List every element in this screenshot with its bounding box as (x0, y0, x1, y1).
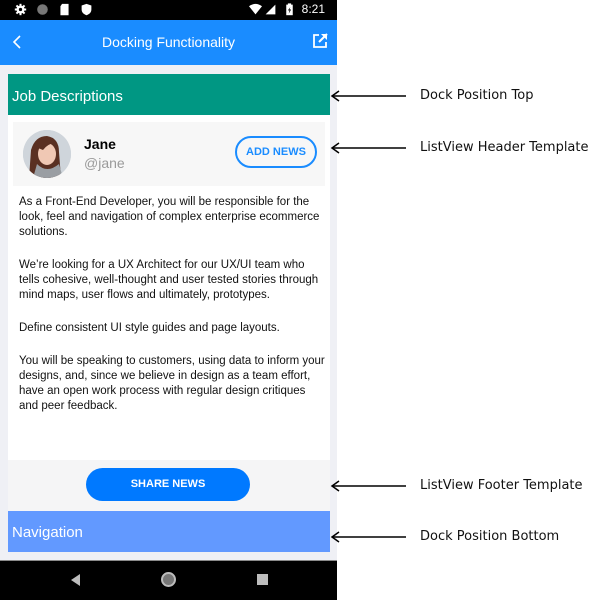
annotation-dock-top: Dock Position Top (330, 88, 533, 103)
shield-icon (81, 3, 92, 16)
list-item[interactable]: Define consistent UI style guides and pa… (19, 321, 325, 336)
divider (0, 560, 337, 561)
phone-screen: 8:21 Docking Functionality Job Descripti… (0, 0, 337, 600)
share-news-button[interactable]: SHARE NEWS (86, 468, 250, 501)
nav-bar: Docking Functionality (0, 20, 337, 65)
status-time: 8:21 (301, 2, 325, 16)
dock-bottom-panel: Navigation (8, 511, 330, 552)
annotation-label: ListView Header Template (420, 140, 589, 155)
arrow-left-icon (330, 89, 406, 102)
sd-card-icon (60, 3, 69, 16)
battery-icon (285, 2, 293, 15)
annotation-label: Dock Position Top (420, 88, 534, 103)
list-header: Jane @jane ADD NEWS (13, 122, 325, 186)
system-recents-icon[interactable] (257, 574, 268, 585)
settings-icon (14, 3, 27, 16)
page-title: Docking Functionality (101, 34, 236, 50)
list-items: As a Front-End Developer, you will be re… (19, 195, 325, 432)
system-nav-bar (0, 560, 337, 600)
list-item[interactable]: As a Front-End Developer, you will be re… (19, 195, 325, 240)
annotation-dock-bottom: Dock Position Bottom (330, 529, 559, 544)
dock-top-label: Job Descriptions (12, 88, 123, 105)
signal-icon (265, 4, 276, 14)
annotation-label: ListView Footer Template (420, 478, 583, 493)
add-news-button[interactable]: ADD NEWS (235, 136, 317, 168)
wifi-icon (248, 3, 262, 14)
annotation-header-template: ListView Header Template (330, 140, 589, 155)
arrow-left-icon (330, 530, 406, 543)
list-view: Jane @jane ADD NEWS As a Front-End Devel… (8, 115, 330, 511)
system-back-icon[interactable] (71, 574, 80, 586)
user-handle: @jane (84, 155, 125, 171)
status-bar: 8:21 (0, 0, 337, 20)
arrow-left-icon (330, 141, 406, 154)
arrow-left-icon (330, 479, 406, 492)
annotation-label: Dock Position Bottom (420, 529, 560, 544)
system-home-icon[interactable] (161, 572, 176, 587)
user-name: Jane (84, 136, 116, 152)
annotation-footer-template: ListView Footer Template (330, 478, 583, 493)
dock-bottom-label: Navigation (12, 524, 83, 541)
open-external-icon[interactable] (311, 32, 329, 50)
list-footer: SHARE NEWS (8, 460, 330, 511)
avatar (23, 130, 71, 178)
circle-icon (37, 4, 48, 15)
list-item[interactable]: We’re looking for a UX Architect for our… (19, 258, 325, 303)
list-item[interactable]: You will be speaking to customers, using… (19, 354, 325, 414)
dock-top-panel: Job Descriptions (8, 74, 330, 115)
